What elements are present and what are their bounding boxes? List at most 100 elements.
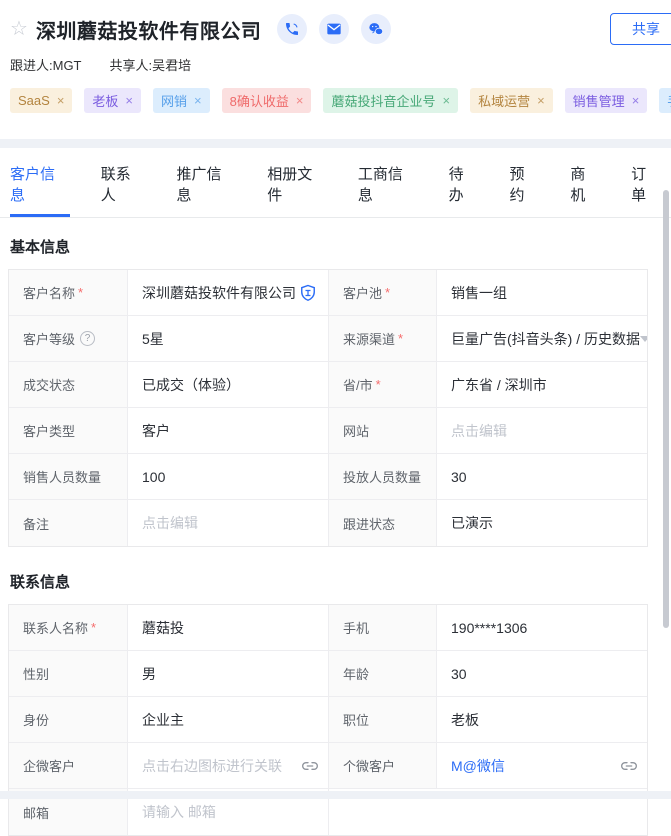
field-value-deal-status[interactable]: 已成交（体验） <box>128 362 329 408</box>
section-divider <box>0 139 671 148</box>
field-value-wecom-customer[interactable]: 点击右边图标进行关联 <box>128 743 329 789</box>
field-value-source-channel[interactable]: 巨量广告(抖音头条) / 历史数据 <box>437 316 647 362</box>
phone-icon <box>284 21 300 37</box>
header: ☆ 深圳蘑菇投软件有限公司 <box>0 0 671 74</box>
tab-orders[interactable]: 订单 <box>631 148 661 217</box>
field-value-gender[interactable]: 男 <box>128 651 329 697</box>
field-value-mobile[interactable]: 190****1306 <box>437 605 647 651</box>
tag-label: 网销 <box>161 91 187 110</box>
field-label-mobile: 手机 <box>329 605 437 651</box>
email-button[interactable] <box>319 14 349 44</box>
section-title-basic-info: 基本信息 <box>10 236 663 257</box>
tag-close-icon[interactable]: × <box>537 93 545 108</box>
tab-opportunity[interactable]: 商机 <box>570 148 600 217</box>
tag-label: 销售管理 <box>573 91 625 110</box>
field-label-customer-name: 客户名称* <box>9 270 128 316</box>
tab-todo[interactable]: 待办 <box>449 148 479 217</box>
field-label-deal-status: 成交状态 <box>9 362 128 408</box>
field-value-wechat-customer[interactable]: M@微信 <box>437 743 647 789</box>
page-title: 深圳蘑菇投软件有限公司 <box>36 15 262 44</box>
tag-label: 8确认收益 <box>230 91 289 110</box>
field-label-customer-pool: 客户池* <box>329 270 437 316</box>
vertical-scrollbar[interactable] <box>663 190 669 628</box>
phone-call-button[interactable] <box>277 14 307 44</box>
field-value-customer-level[interactable]: 5星 <box>128 316 329 362</box>
field-value-remark[interactable]: 点击编辑 <box>128 500 329 546</box>
tab-promotion-info[interactable]: 推广信息 <box>176 148 236 217</box>
tag-close-icon[interactable]: × <box>125 93 133 108</box>
tab-contacts[interactable]: 联系人 <box>101 148 146 217</box>
field-value-website[interactable]: 点击编辑 <box>437 408 647 454</box>
tag-close-icon[interactable]: × <box>442 93 450 108</box>
tab-business-info[interactable]: 工商信息 <box>358 148 418 217</box>
tag: 销售管理 × <box>565 88 648 113</box>
field-label-website: 网站 <box>329 408 437 454</box>
required-mark: * <box>78 285 83 300</box>
mail-icon <box>326 21 342 37</box>
tag: SaaS × <box>10 88 72 113</box>
field-label-source-channel: 来源渠道* <box>329 316 437 362</box>
field-value-contact-name[interactable]: 蘑菇投 <box>128 605 329 651</box>
field-label-gender: 性别 <box>9 651 128 697</box>
field-value-sales-count[interactable]: 100 <box>128 454 329 500</box>
field-value-position[interactable]: 老板 <box>437 697 647 743</box>
tab-appointment[interactable]: 预约 <box>509 148 539 217</box>
field-label-position: 职位 <box>329 697 437 743</box>
star-icon[interactable]: ☆ <box>10 19 28 39</box>
page-bottom-band <box>0 791 671 799</box>
field-label-customer-type: 客户类型 <box>9 408 128 454</box>
required-mark: * <box>385 285 390 300</box>
sharer-info: 共享人:吴君培 <box>110 55 192 74</box>
help-icon[interactable]: ? <box>80 331 95 346</box>
chevron-down-icon[interactable] <box>640 336 647 342</box>
tag-close-icon[interactable]: × <box>57 93 65 108</box>
field-value-customer-pool[interactable]: 销售一组 <box>437 270 647 316</box>
tab-customer-info[interactable]: 客户信息 <box>10 148 70 217</box>
tag-close-icon[interactable]: × <box>296 93 304 108</box>
tag-label: 老板 <box>92 91 118 110</box>
field-label-wechat-customer: 个微客户 <box>329 743 437 789</box>
tag: 私域运营× <box>470 88 553 113</box>
tag: 老板 × <box>84 88 141 113</box>
link-icon[interactable] <box>621 758 637 774</box>
field-label-province-city: 省/市* <box>329 362 437 408</box>
tag-label: SaaS <box>18 93 50 108</box>
field-label-sales-count: 销售人员数量 <box>9 454 128 500</box>
tab-album-files[interactable]: 相册文件 <box>267 148 327 217</box>
field-value-identity[interactable]: 企业主 <box>128 697 329 743</box>
field-label-contact-name: 联系人名称* <box>9 605 128 651</box>
shield-verify-icon[interactable] <box>298 283 318 303</box>
wechat-icon <box>368 21 384 37</box>
tag: 网销 × <box>153 88 210 113</box>
required-mark: * <box>398 331 403 346</box>
tag-list: SaaS × 老板 × 网销 × 8确认收益 × 蘑菇投抖音企业号 × 私域运营× 销售管… <box>0 88 671 114</box>
required-mark: * <box>376 377 381 392</box>
tag: 8确认收益 × <box>222 88 312 113</box>
tag: 手机租× <box>659 88 671 113</box>
tag: 蘑菇投抖音企业号 × <box>323 88 458 113</box>
field-label-follow-status: 跟进状态 <box>329 500 437 546</box>
field-label-wecom-customer: 企微客户 <box>9 743 128 789</box>
tag-close-icon[interactable]: × <box>194 93 202 108</box>
field-value-age[interactable]: 30 <box>437 651 647 697</box>
link-icon[interactable] <box>302 758 318 774</box>
follower-info: 跟进人:MGT <box>10 55 82 74</box>
required-mark: * <box>91 620 96 635</box>
field-label-identity: 身份 <box>9 697 128 743</box>
field-value-follow-status[interactable]: 已演示 <box>437 500 647 546</box>
field-value-customer-name[interactable]: 深圳蘑菇投软件有限公司 <box>128 270 329 316</box>
contact-info-table: 联系人名称* 蘑菇投 手机 190****1306 性别 男 年龄 30 身份 … <box>8 604 648 836</box>
main-content: 基本信息 客户名称* 深圳蘑菇投软件有限公司 客户池* 销售一组 客户等级? 5… <box>0 236 671 836</box>
wechat-button[interactable] <box>361 14 391 44</box>
field-label-remark: 备注 <box>9 500 128 546</box>
field-value-customer-type[interactable]: 客户 <box>128 408 329 454</box>
field-value-ad-staff-count[interactable]: 30 <box>437 454 647 500</box>
tag-label: 蘑菇投抖音企业号 <box>331 91 435 110</box>
field-value-province-city[interactable]: 广东省 / 深圳市 <box>437 362 647 408</box>
share-button[interactable]: 共享 <box>610 13 671 45</box>
tab-bar: 客户信息 联系人 推广信息 相册文件 工商信息 待办 预约 商机 订单 <box>0 148 671 218</box>
field-label-ad-staff-count: 投放人员数量 <box>329 454 437 500</box>
tag-close-icon[interactable]: × <box>632 93 640 108</box>
section-title-contact-info: 联系信息 <box>10 571 663 592</box>
field-label-age: 年龄 <box>329 651 437 697</box>
